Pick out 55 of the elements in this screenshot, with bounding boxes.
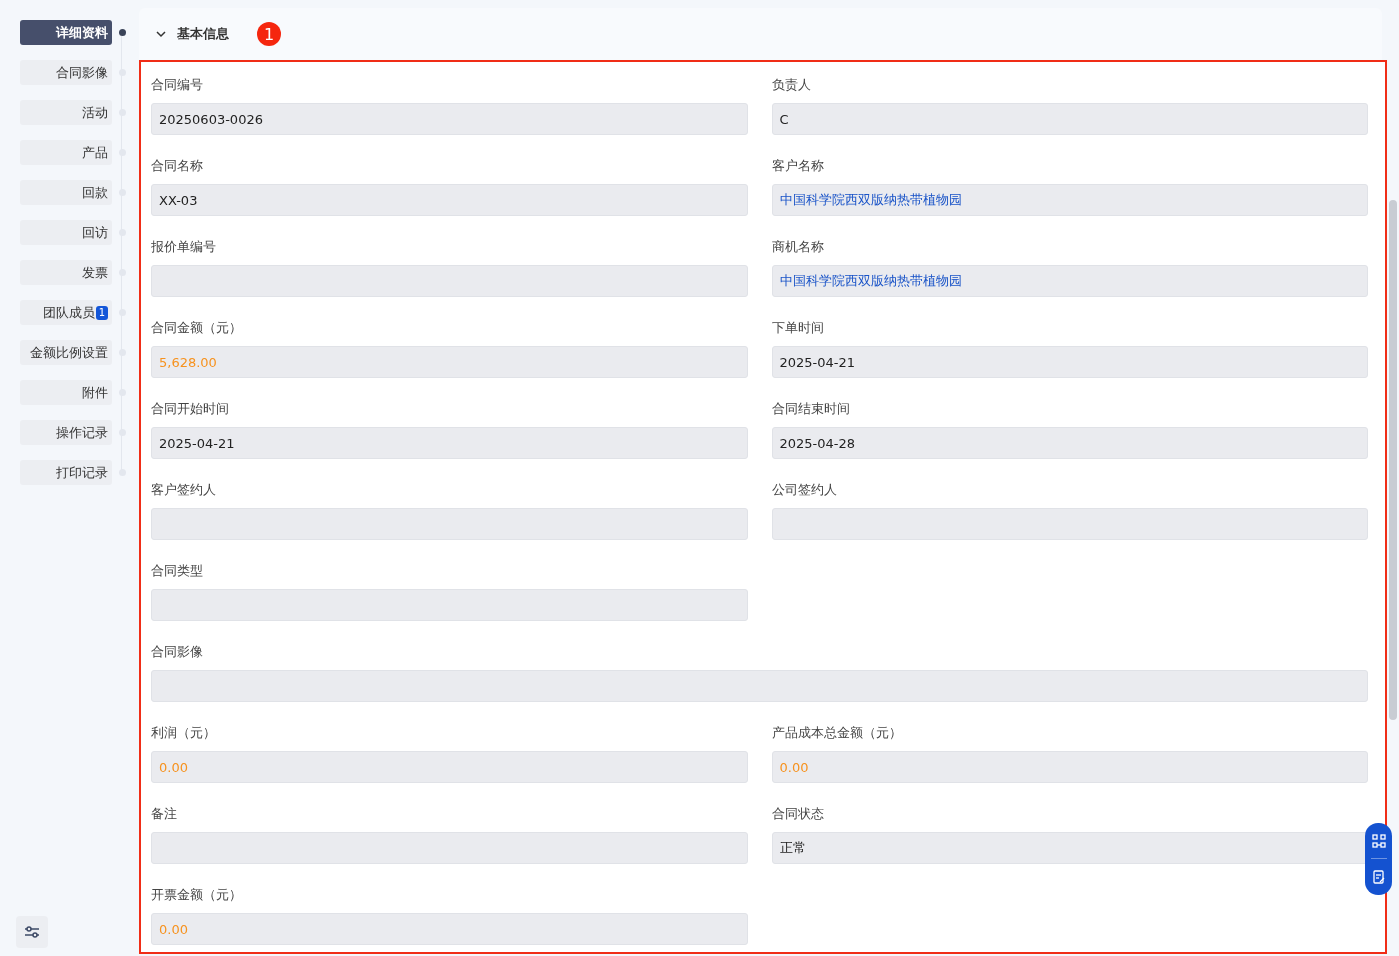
note-edit-icon[interactable] <box>1371 869 1386 884</box>
count-badge: 1 <box>95 305 108 320</box>
input-field[interactable] <box>151 832 748 864</box>
input-field[interactable]: 20250603-0026 <box>151 103 748 135</box>
field-label: 下单时间 <box>771 319 825 336</box>
nav-item[interactable]: 活动 <box>20 100 112 125</box>
field-label: 客户名称 <box>771 157 825 174</box>
nav-item[interactable]: 回访 <box>20 220 112 245</box>
input-field[interactable] <box>771 508 1368 540</box>
input-field[interactable]: 正常 <box>771 832 1368 864</box>
field-label: 商机名称 <box>771 238 825 255</box>
field-label: 合同名称 <box>151 157 204 174</box>
field-label: 客户签约人 <box>151 481 217 498</box>
nav-item[interactable]: 操作记录 <box>20 420 112 445</box>
field-label: 合同编号 <box>151 76 204 93</box>
input-field[interactable]: 2025-04-21 <box>771 346 1368 378</box>
input-field[interactable]: 中国科学院西双版纳热带植物园 <box>771 265 1368 297</box>
field-label: 合同结束时间 <box>771 400 851 417</box>
nav-item[interactable]: 发票 <box>20 260 112 285</box>
field-label: 利润（元） <box>151 724 217 741</box>
input-field[interactable]: 2025-04-28 <box>771 427 1368 459</box>
nav-item[interactable]: 产品 <box>20 140 112 165</box>
step-badge: 1 <box>257 22 281 46</box>
field-label: 公司签约人 <box>771 481 838 498</box>
nav-item[interactable]: 打印记录 <box>20 460 112 485</box>
input-field[interactable] <box>151 589 748 621</box>
scrollbar-thumb[interactable] <box>1389 200 1397 720</box>
field-label: 合同影像 <box>151 643 204 660</box>
field-label: 产品成本总金额（元） <box>771 724 903 741</box>
nav-item[interactable]: 回款 <box>20 180 112 205</box>
field-label: 开票金额（元） <box>151 886 243 903</box>
nav-item[interactable]: 附件 <box>20 380 112 405</box>
nav-item[interactable]: 合同影像 <box>20 60 112 85</box>
network-icon[interactable] <box>1371 834 1386 849</box>
input-field[interactable] <box>151 508 748 540</box>
field-label: 合同类型 <box>151 562 204 579</box>
settings-button[interactable] <box>16 916 48 948</box>
field-label: 合同状态 <box>771 805 825 822</box>
field-label: 合同开始时间 <box>151 400 230 417</box>
field-label: 备注 <box>151 805 178 822</box>
nav-item[interactable]: 详细资料 <box>20 20 112 45</box>
chevron-down-icon <box>155 28 167 40</box>
nav-item[interactable]: 金额比例设置 <box>20 340 112 365</box>
sliders-icon <box>24 925 40 939</box>
input-field[interactable]: C <box>771 103 1368 135</box>
input-field[interactable]: 2025-04-21 <box>151 427 748 459</box>
input-field[interactable] <box>151 670 1368 702</box>
nav-item[interactable]: 团队成员 1 <box>20 300 112 325</box>
input-field[interactable]: XX-03 <box>151 184 748 216</box>
section-title: 基本信息 <box>177 25 229 43</box>
input-field[interactable]: 中国科学院西双版纳热带植物园 <box>771 184 1368 216</box>
field-label: 负责人 <box>771 76 812 93</box>
field-label: 报价单编号 <box>151 238 217 255</box>
input-field[interactable] <box>151 265 748 297</box>
field-label: 合同金额（元） <box>151 319 243 336</box>
